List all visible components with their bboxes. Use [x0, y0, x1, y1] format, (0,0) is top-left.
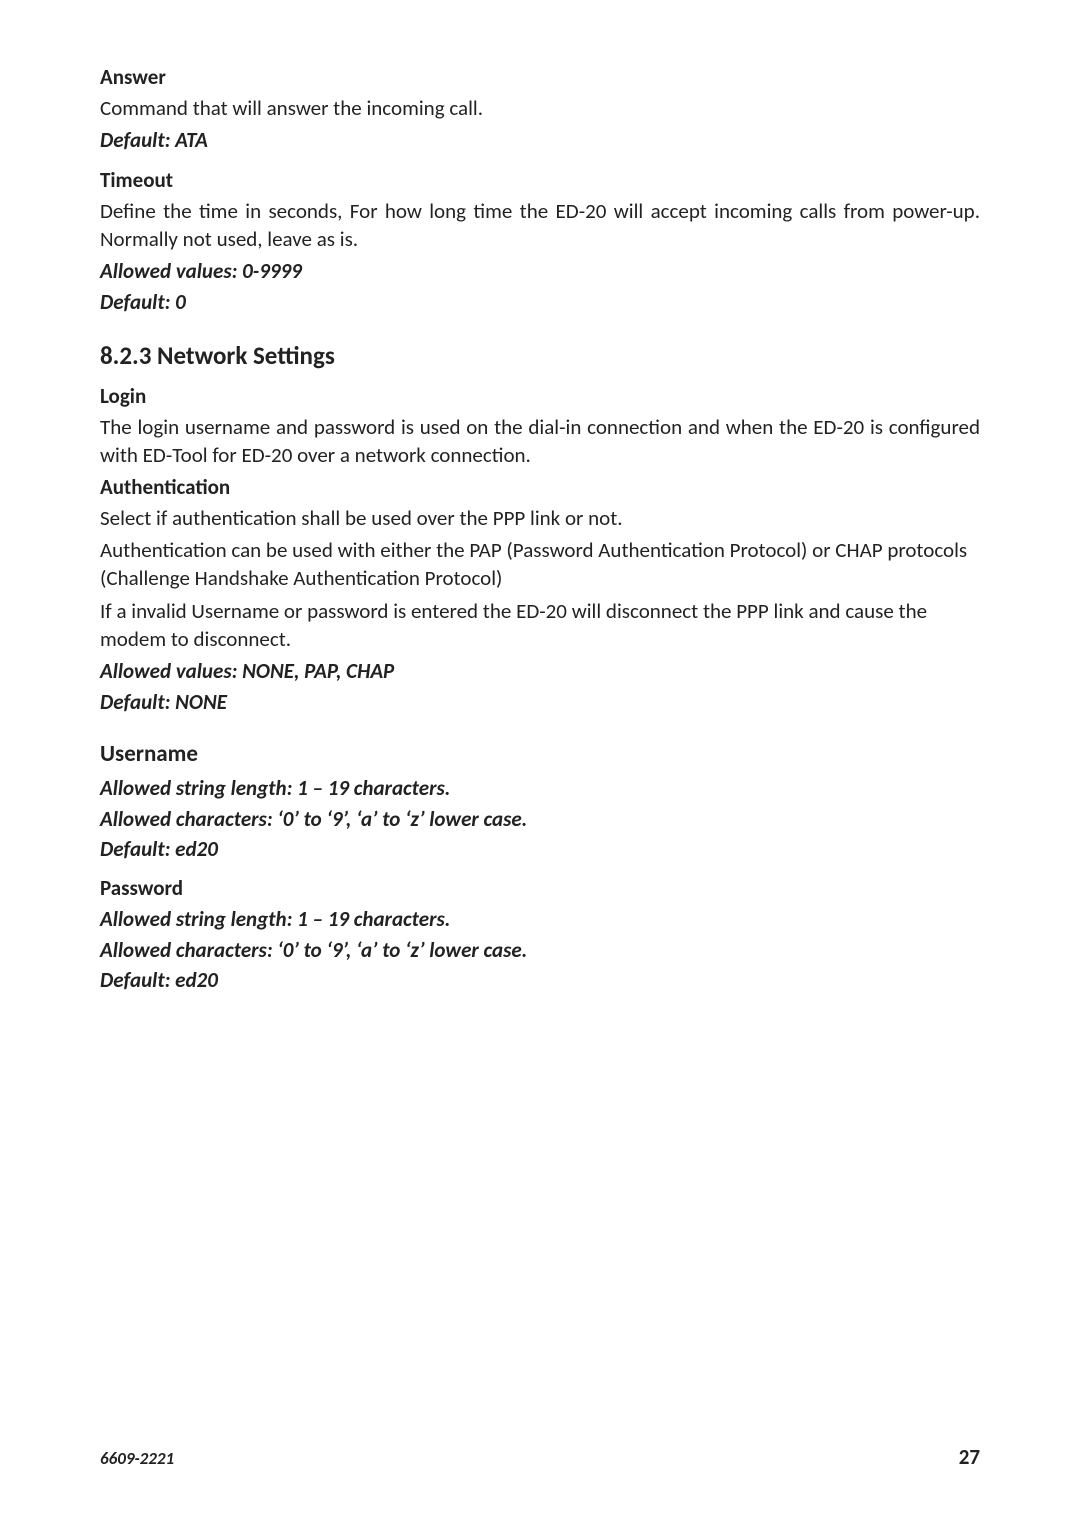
paragraph-answer-desc: Command that will answer the incoming ca… [100, 94, 980, 122]
default-timeout: Default: 0 [100, 288, 980, 316]
heading-answer: Answer [100, 64, 980, 90]
footer-doc-id: 6609-2221 [100, 1448, 174, 1469]
paragraph-auth-line1: Select if authentication shall be used o… [100, 504, 980, 532]
default-answer: Default: ATA [100, 126, 980, 154]
default-username: Default: ed20 [100, 835, 980, 863]
paragraph-login-desc: The login username and password is used … [100, 413, 980, 470]
heading-authentication: Authentication [100, 474, 980, 500]
allowed-length-username: Allowed string length: 1 – 19 characters… [100, 774, 980, 802]
heading-timeout: Timeout [100, 167, 980, 193]
document-page: Answer Command that will answer the inco… [0, 0, 1080, 1528]
spacer [100, 718, 980, 740]
paragraph-auth-line2: Authentication can be used with either t… [100, 536, 980, 593]
heading-password: Password [100, 875, 980, 901]
heading-login: Login [100, 383, 980, 409]
allowed-chars-username: Allowed characters: ‘0’ to ‘9’, ‘a’ to ‘… [100, 805, 980, 833]
allowed-chars-password: Allowed characters: ‘0’ to ‘9’, ‘a’ to ‘… [100, 936, 980, 964]
heading-username: Username [100, 740, 980, 768]
heading-network-settings: 8.2.3 Network Settings [100, 340, 980, 371]
spacer [100, 157, 980, 167]
paragraph-auth-line3: If a invalid Username or password is ent… [100, 597, 980, 654]
allowed-timeout: Allowed values: 0-9999 [100, 257, 980, 285]
spacer [100, 865, 980, 875]
page-footer: 6609-2221 27 [100, 1444, 980, 1470]
paragraph-timeout-desc: Define the time in seconds, For how long… [100, 197, 980, 254]
footer-page-number: 27 [959, 1444, 980, 1470]
spacer [100, 318, 980, 340]
default-password: Default: ed20 [100, 966, 980, 994]
allowed-length-password: Allowed string length: 1 – 19 characters… [100, 905, 980, 933]
allowed-auth: Allowed values: NONE, PAP, CHAP [100, 657, 980, 685]
default-auth: Default: NONE [100, 688, 980, 716]
